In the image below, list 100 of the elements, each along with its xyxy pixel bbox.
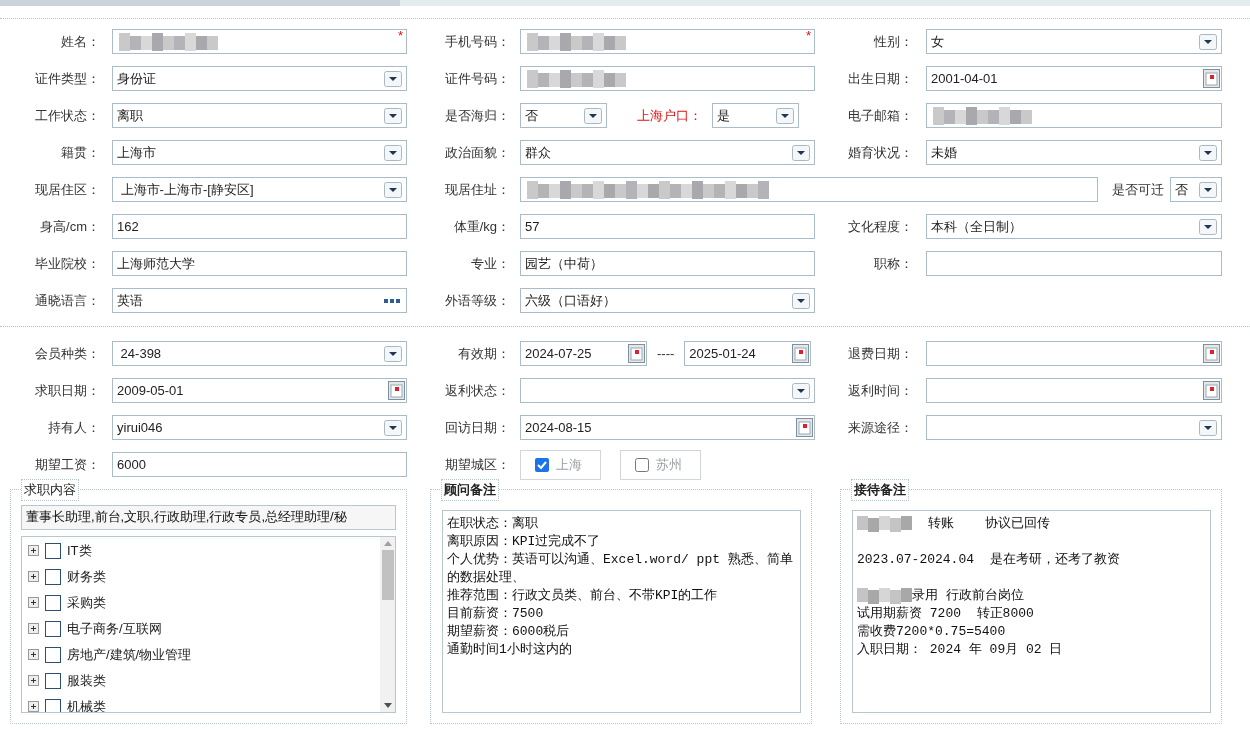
calendar-icon[interactable] xyxy=(792,344,810,363)
expand-icon[interactable] xyxy=(28,571,39,582)
expand-icon[interactable] xyxy=(28,597,39,608)
date-field[interactable]: 2025-01-24 xyxy=(684,341,812,366)
select-field[interactable]: 上海市-上海市-[静安区] xyxy=(112,177,407,202)
checkbox[interactable] xyxy=(45,620,61,637)
field-label: 姓名： xyxy=(60,32,100,51)
tree-item[interactable]: 电子商务/互联网 xyxy=(67,618,162,639)
select-field[interactable] xyxy=(520,378,815,403)
field-label: 现居住区： xyxy=(34,180,100,199)
expand-icon[interactable] xyxy=(28,675,39,686)
caret-icon xyxy=(792,382,810,399)
input-field[interactable]: 162 xyxy=(112,214,407,239)
field-label: 文化程度： xyxy=(847,217,913,236)
required-mark: * xyxy=(805,28,811,44)
checkbox[interactable] xyxy=(45,542,61,559)
input-field[interactable]: 园艺（中荷） xyxy=(520,251,815,276)
note-line: 个人优势：英语可以沟通、Excel.word/ ppt 熟悉、简单的数据处理、 xyxy=(447,550,794,587)
caret-icon xyxy=(384,144,402,161)
input-field[interactable]: * xyxy=(112,29,407,54)
blurred-value xyxy=(857,587,912,604)
field-label: 求职日期： xyxy=(34,381,100,400)
tree-item[interactable]: 财务类 xyxy=(67,566,106,587)
expand-icon[interactable] xyxy=(28,649,39,660)
caret-icon xyxy=(384,345,402,362)
select-field[interactable]: 本科（全日制） xyxy=(926,214,1222,239)
calendar-icon[interactable] xyxy=(628,344,645,363)
caret-icon xyxy=(792,144,810,161)
select-field[interactable]: 否 xyxy=(1170,177,1222,202)
date-field[interactable]: 2024-08-15 xyxy=(520,415,815,440)
note-line: 通勤时间1小时这内的 xyxy=(447,640,573,659)
field-label: 证件号码： xyxy=(444,69,510,88)
select-field[interactable] xyxy=(926,415,1222,440)
panel-legend: 接待备注 xyxy=(851,479,909,501)
date-field[interactable]: 2009-05-01 xyxy=(112,378,407,403)
field-label: 婚育状况： xyxy=(847,143,913,162)
input-field[interactable] xyxy=(926,103,1222,128)
input-field[interactable]: 57 xyxy=(520,214,815,239)
checkbox[interactable] xyxy=(45,568,61,585)
select-field[interactable]: 身份证 xyxy=(112,66,407,91)
expand-icon[interactable] xyxy=(28,545,39,556)
note-line: 入职日期： 2024 年 09月 02 日 xyxy=(857,640,1064,659)
more-icon[interactable] xyxy=(384,298,400,303)
scroll-thumb[interactable] xyxy=(381,549,394,600)
select-field[interactable]: yirui046 xyxy=(112,415,407,440)
input-field[interactable] xyxy=(520,177,1098,202)
selected-jobs-field[interactable]: 董事长助理,前台,文职,行政助理,行政专员,总经理助理/秘 xyxy=(21,504,396,530)
field-label: 专业： xyxy=(470,254,510,273)
field-label: 来源途径： xyxy=(847,418,913,437)
input-field[interactable] xyxy=(520,66,815,91)
select-field[interactable]: 未婚 xyxy=(926,140,1222,165)
expand-icon[interactable] xyxy=(28,623,39,634)
select-field[interactable]: 女 xyxy=(926,29,1222,54)
caret-icon xyxy=(384,107,402,124)
notes-field[interactable]: 转账 协议已回传 2023.07-2024.04 是在考研，还考了教资 录用 行政前台岗位 试用期薪资 7200 转正8000 需收费7200*0.75=5400 入职日期： 2024 年 09月 02 日 xyxy=(852,509,1211,713)
select-field[interactable]: 上海市 xyxy=(112,140,407,165)
select-field[interactable]: 六级（口语好） xyxy=(520,288,815,313)
input-field[interactable]: * xyxy=(520,29,815,54)
field-label: 有效期： xyxy=(457,344,510,363)
tree-item[interactable]: 房地产/建筑/物业管理 xyxy=(67,644,192,665)
field-label: 期望城区： xyxy=(444,455,510,474)
input-field[interactable] xyxy=(926,251,1222,276)
field-label: 回访日期： xyxy=(444,418,510,437)
select-field[interactable]: 否 xyxy=(520,103,607,128)
tree-item[interactable]: IT类 xyxy=(67,540,92,561)
note-line: 录用 行政前台岗位 xyxy=(912,586,1024,605)
date-field[interactable] xyxy=(926,378,1222,403)
date-field[interactable]: 2001-04-01 xyxy=(926,66,1222,91)
calendar-icon[interactable] xyxy=(1203,381,1220,400)
date-field[interactable]: 2024-07-25 xyxy=(520,341,647,366)
field-label: 职称： xyxy=(873,254,913,273)
caret-icon xyxy=(1199,144,1217,161)
checkbox[interactable] xyxy=(45,698,61,712)
select-field[interactable]: 是 xyxy=(712,103,799,128)
checkbox[interactable] xyxy=(45,646,61,663)
scroll-down-icon[interactable] xyxy=(383,702,392,708)
checkbox[interactable] xyxy=(45,594,61,611)
calendar-icon[interactable] xyxy=(1203,69,1220,88)
lookup-field[interactable]: 英语 xyxy=(112,288,407,313)
calendar-icon[interactable] xyxy=(1203,344,1220,363)
field-label: 籍贯： xyxy=(60,143,100,162)
tree-item[interactable]: 服装类 xyxy=(67,670,106,691)
required-mark: * xyxy=(397,28,403,44)
calendar-icon[interactable] xyxy=(388,381,405,400)
scrollbar[interactable] xyxy=(380,536,395,712)
date-field[interactable] xyxy=(926,341,1222,366)
expand-icon[interactable] xyxy=(28,701,39,712)
note-line: 试用期薪资 7200 转正8000 xyxy=(857,604,1035,623)
select-field[interactable]: 群众 xyxy=(520,140,815,165)
select-field[interactable]: 24-398 xyxy=(112,341,407,366)
select-field[interactable]: 离职 xyxy=(112,103,407,128)
calendar-icon[interactable] xyxy=(796,418,813,437)
tree-item[interactable]: 采购类 xyxy=(67,592,106,613)
checkbox[interactable] xyxy=(45,672,61,689)
caret-icon xyxy=(584,107,602,124)
field-label: 手机号码： xyxy=(444,32,510,51)
field-label: 工作状态： xyxy=(34,106,100,125)
input-field[interactable]: 6000 xyxy=(112,452,407,477)
notes-field[interactable]: 在职状态：离职 离职原因：KPI过完成不了 个人优势：英语可以沟通、Excel.word/ ppt 熟悉、简单的数据处理、 推荐范围：行政文员类、前台、不带KPI的工作 目前薪资：7500 期望薪资：6000税后 通勤时间1小时这内的 xyxy=(442,509,801,713)
input-field[interactable]: 上海师范大学 xyxy=(112,251,407,276)
